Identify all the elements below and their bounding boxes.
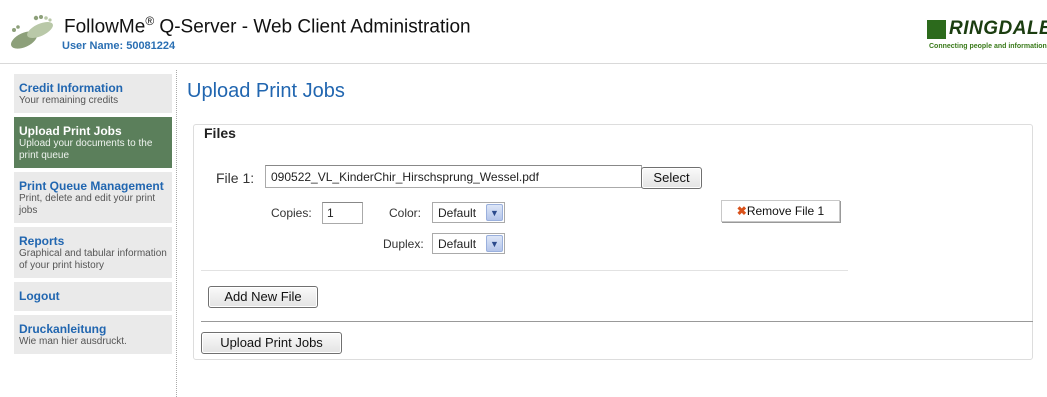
sidebar-item-title: Upload Print Jobs [19,124,122,138]
select-file-button[interactable]: Select [641,167,702,189]
files-fieldset [193,124,1033,360]
file-divider [201,270,848,271]
sidebar-item-desc: Upload your documents to the print queue [19,138,153,161]
sidebar-item-title: Print Queue Management [19,179,164,193]
upload-print-jobs-button[interactable]: Upload Print Jobs [201,332,342,354]
app-header: FollowMe® Q-Server - Web Client Administ… [0,0,1047,64]
brand-tagline: Connecting people and information [929,43,1047,50]
sidebar-item-druckanleitung[interactable]: Druckanleitung Wie man hier ausdruckt. [14,315,172,354]
chevron-down-icon[interactable]: ▼ [486,235,503,252]
copies-label: Copies: [271,206,312,220]
remove-file-1-button[interactable]: ✖Remove File 1 [721,200,840,222]
sidebar-item-desc: Print, delete and edit your print jobs [19,193,156,216]
sidebar-item-title: Logout [19,289,60,303]
color-select-value: Default [438,206,477,220]
sidebar-item-desc: Wie man hier ausdruckt. [19,336,127,347]
sidebar-item-desc: Your remaining credits [19,95,119,106]
brand-logo: RINGDALE Connecting people and informati… [927,18,1047,54]
add-new-file-button[interactable]: Add New File [208,286,318,308]
username-display: User Name: 50081224 [62,40,175,52]
section-divider [201,321,1033,322]
app-title: FollowMe® Q-Server - Web Client Administ… [64,14,471,38]
username-value: 50081224 [126,40,176,52]
sidebar-item-title: Reports [19,234,65,248]
registered-mark: ® [145,14,155,28]
brand-name: RINGDALE [949,18,1047,39]
color-label: Color: [389,206,422,220]
copies-input[interactable]: 1 [322,202,363,224]
sidebar-item-title: Druckanleitung [19,322,107,336]
username-label: User Name: [62,40,127,52]
remove-file-1-label: Remove File 1 [746,204,825,218]
close-x-icon: ✖ [736,204,747,218]
duplex-select-value: Default [438,237,477,251]
footprints-icon [10,15,53,49]
sidebar-item-desc: Graphical and tabular information of you… [19,248,167,271]
sidebar-item-credit-information[interactable]: Credit Information Your remaining credit… [14,74,172,113]
sidebar-item-title: Credit Information [19,81,123,95]
duplex-select[interactable]: Default ▼ [432,233,505,254]
color-select[interactable]: Default ▼ [432,202,505,223]
ringdale-logo-icon [927,20,946,39]
file-1-label: File 1: [216,170,255,186]
page-title: Upload Print Jobs [187,80,345,102]
sidebar-divider [176,70,177,397]
file-1-path-input[interactable]: 090522_VL_KinderChir_Hirschsprung_Wessel… [265,165,642,188]
sidebar-item-upload-print-jobs[interactable]: Upload Print Jobs Upload your documents … [14,117,172,168]
sidebar-item-logout[interactable]: Logout [14,282,172,311]
sidebar-item-print-queue-management[interactable]: Print Queue Management Print, delete and… [14,172,172,223]
chevron-down-icon[interactable]: ▼ [486,204,503,221]
files-legend: Files [200,125,240,141]
sidebar-item-reports[interactable]: Reports Graphical and tabular informatio… [14,227,172,278]
app-name: FollowMe [64,16,146,38]
sidebar-nav: Credit Information Your remaining credit… [14,74,172,358]
app-title-rest: Q-Server - Web Client Administration [154,16,471,38]
duplex-label: Duplex: [383,237,424,251]
